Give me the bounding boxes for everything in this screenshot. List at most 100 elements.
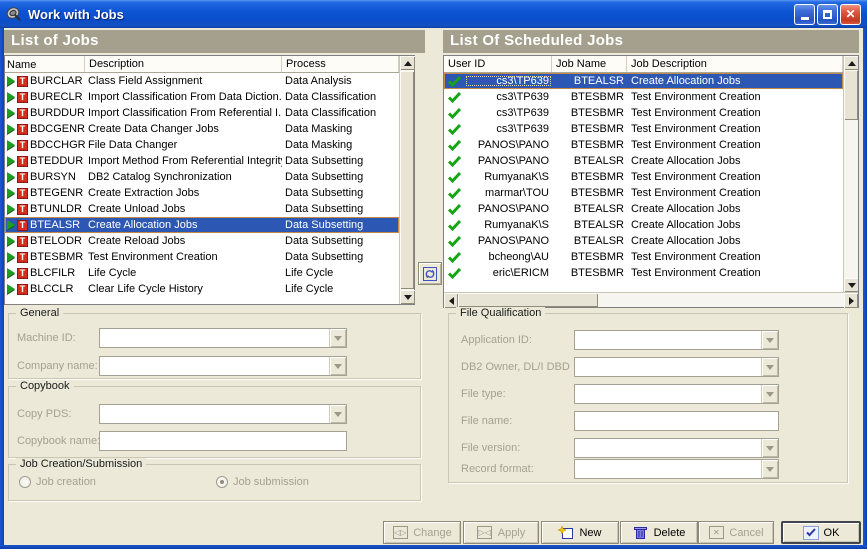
table-row[interactable]: T BTELODR Create Reload Jobs Data Subset… (5, 233, 399, 249)
table-row[interactable]: bcheong\AU BTESBMR Test Environment Crea… (444, 249, 843, 265)
jobs-table: Name Description Process T BURCLAR Class… (4, 55, 415, 305)
table-row[interactable]: PANOS\PANO BTEALSR Create Allocation Job… (444, 153, 843, 169)
table-row[interactable]: RumyanaK\S BTESBMR Test Environment Crea… (444, 169, 843, 185)
table-row[interactable]: T BURDDUR Import Classification From Ref… (5, 105, 399, 121)
table-row[interactable]: cs3\TP639 BTEALSR Create Allocation Jobs (444, 73, 843, 89)
table-row[interactable]: T BTEGENR Create Extraction Jobs Data Su… (5, 185, 399, 201)
table-row[interactable]: marmar\TOU BTESBMR Test Environment Crea… (444, 185, 843, 201)
table-row[interactable]: RumyanaK\S BTEALSR Create Allocation Job… (444, 217, 843, 233)
process-cell: Data Subsetting (282, 219, 399, 231)
jobs-table-vscrollbar[interactable] (399, 56, 414, 304)
check-icon (448, 268, 461, 279)
scheduled-jobs-hscrollbar[interactable] (444, 292, 858, 307)
scroll-up-button[interactable] (400, 56, 415, 70)
table-row[interactable]: T BURCLAR Class Field Assignment Data An… (5, 73, 399, 89)
machine-id-value (100, 329, 329, 347)
table-row[interactable]: T BTEDDUR Import Method From Referential… (5, 153, 399, 169)
file-name-label: File name: (461, 415, 512, 427)
ok-icon (803, 526, 819, 540)
table-row[interactable]: T BTEALSR Create Allocation Jobs Data Su… (5, 217, 399, 233)
check-icon (448, 252, 461, 263)
file-name-input[interactable] (574, 411, 779, 431)
new-button[interactable]: New (541, 521, 619, 544)
column-header-job-description[interactable]: Job Description (627, 56, 843, 72)
maximize-button[interactable] (817, 4, 838, 25)
type-t-icon: T (17, 108, 28, 119)
right-panel-title: List Of Scheduled Jobs (443, 30, 859, 53)
close-button[interactable]: ✕ (840, 4, 861, 25)
scroll-thumb[interactable] (458, 293, 598, 307)
description-cell: Import Classification From Data Diction.… (85, 91, 282, 103)
column-header-user-id[interactable]: User ID (444, 56, 552, 72)
record-format-combobox (574, 459, 779, 479)
scroll-thumb[interactable] (400, 71, 414, 289)
process-cell: Data Subsetting (282, 235, 399, 247)
scroll-down-button[interactable] (844, 278, 858, 292)
job-description-cell: Test Environment Creation (627, 187, 843, 199)
window-border-right (863, 28, 867, 545)
name-cell: BLCFILR (30, 267, 75, 279)
table-row[interactable]: PANOS\PANO BTEALSR Create Allocation Job… (444, 233, 843, 249)
table-row[interactable]: T BTUNLDR Create Unload Jobs Data Subset… (5, 201, 399, 217)
table-row[interactable]: cs3\TP639 BTESBMR Test Environment Creat… (444, 121, 843, 137)
column-header-description[interactable]: Description (85, 56, 282, 72)
minimize-button[interactable] (794, 4, 815, 25)
table-row[interactable]: T BDCCHGR File Data Changer Data Masking (5, 137, 399, 153)
table-row[interactable]: eric\ERICM BTESBMR Test Environment Crea… (444, 265, 843, 281)
job-name-cell: BTEALSR (552, 235, 627, 247)
table-row[interactable]: T BURECLR Import Classification From Dat… (5, 89, 399, 105)
scheduled-jobs-vscrollbar[interactable] (843, 56, 858, 292)
job-description-cell: Test Environment Creation (627, 267, 843, 279)
table-row[interactable]: T BURSYN DB2 Catalog Synchronization Dat… (5, 169, 399, 185)
name-cell: BDCGENR (30, 123, 85, 135)
check-icon (448, 156, 461, 167)
table-row[interactable]: cs3\TP639 BTESBMR Test Environment Creat… (444, 105, 843, 121)
delete-button[interactable]: Delete (620, 521, 698, 544)
play-icon (7, 236, 15, 246)
job-description-cell: Test Environment Creation (627, 171, 843, 183)
description-cell: Import Classification From Referential I… (85, 107, 282, 119)
name-cell: BURDDUR (30, 107, 85, 119)
table-row[interactable]: T BLCFILR Life Cycle Life Cycle (5, 265, 399, 281)
type-t-icon: T (17, 204, 28, 215)
table-row[interactable]: T BLCCLR Clear Life Cycle History Life C… (5, 281, 399, 297)
job-name-cell: BTESBMR (552, 187, 627, 199)
scroll-right-button[interactable] (844, 293, 858, 308)
table-row[interactable]: PANOS\PANO BTESBMR Test Environment Crea… (444, 137, 843, 153)
work-with-jobs-window: Work with Jobs ✕ List of Jobs List Of Sc… (0, 0, 867, 549)
left-panel-title: List of Jobs (4, 30, 425, 53)
general-group: General Machine ID: Company name: (8, 313, 421, 379)
process-cell: Data Classification (282, 107, 399, 119)
job-name-cell: BTESBMR (552, 123, 627, 135)
description-cell: Create Reload Jobs (85, 235, 282, 247)
column-header-job-name[interactable]: Job Name (552, 56, 627, 72)
column-header-process[interactable]: Process (282, 56, 399, 72)
name-cell: BTUNLDR (30, 203, 82, 215)
type-t-icon: T (17, 284, 28, 295)
group-title: General (16, 307, 63, 319)
table-row[interactable]: cs3\TP639 BTESBMR Test Environment Creat… (444, 89, 843, 105)
check-icon (448, 108, 461, 119)
user-id-cell: marmar\TOU (465, 187, 552, 199)
table-row[interactable]: T BTESBMR Test Environment Creation Data… (5, 249, 399, 265)
scroll-left-button[interactable] (444, 293, 458, 308)
table-row[interactable]: T BDCGENR Create Data Changer Jobs Data … (5, 121, 399, 137)
company-name-combobox (99, 356, 347, 376)
job-description-cell: Test Environment Creation (627, 91, 843, 103)
copybook-name-input[interactable] (99, 431, 347, 451)
table-row[interactable]: PANOS\PANO BTEALSR Create Allocation Job… (444, 201, 843, 217)
dropdown-arrow-icon (761, 460, 778, 478)
scroll-up-button[interactable] (844, 56, 858, 70)
process-cell: Data Subsetting (282, 251, 399, 263)
application-id-label: Application ID: (461, 334, 532, 346)
scroll-thumb[interactable] (844, 70, 858, 120)
scroll-down-button[interactable] (400, 290, 415, 304)
ok-button[interactable]: OK (781, 521, 861, 544)
file-type-label: File type: (461, 388, 506, 400)
dropdown-arrow-icon (329, 405, 346, 423)
arrow-down-icon (404, 295, 412, 300)
name-cell: BTEGENR (30, 187, 83, 199)
refresh-schedule-button[interactable] (418, 262, 442, 285)
column-header-name[interactable]: Name (5, 56, 85, 72)
cancel-button: ✕ Cancel (698, 521, 774, 544)
